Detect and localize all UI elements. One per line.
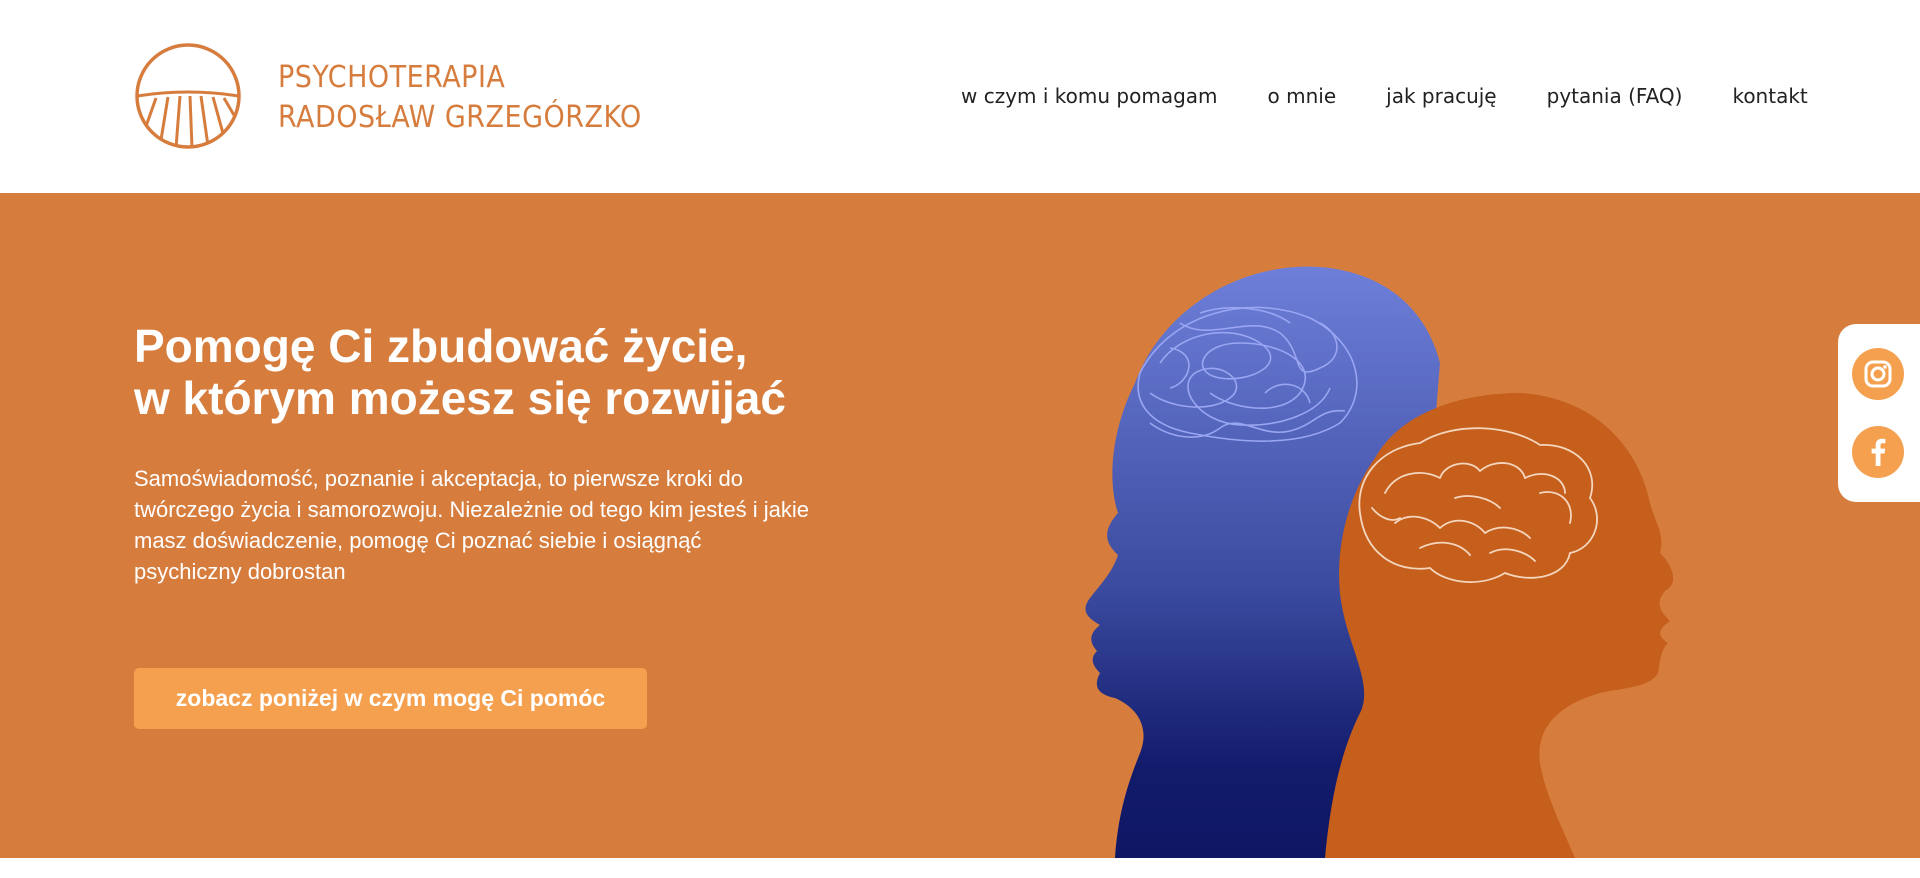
bottom-strip	[0, 858, 1920, 878]
main-nav: w czym i komu pomagam o mnie jak pracuję…	[961, 83, 1808, 109]
facebook-button[interactable]	[1852, 426, 1904, 478]
instagram-icon	[1864, 360, 1892, 388]
instagram-button[interactable]	[1852, 348, 1904, 400]
nav-item-o-mnie[interactable]: o mnie	[1268, 83, 1337, 109]
brand-line-1: PSYCHOTERAPIA	[278, 60, 506, 95]
hero-description: Samoświadomość, poznanie i akceptacja, t…	[134, 466, 809, 584]
hero-title-line-1: Pomogę Ci zbudować życie,	[134, 320, 748, 372]
site-header: PSYCHOTERAPIA RADOSŁAW GRZEGÓRZKO w czym…	[0, 0, 1920, 193]
nav-item-faq[interactable]: pytania (FAQ)	[1547, 83, 1683, 109]
hero-title: Pomogę Ci zbudować życie, w którym możes…	[134, 320, 786, 424]
cta-button[interactable]: zobacz poniżej w czym mogę Ci pomóc	[134, 668, 647, 729]
facebook-icon	[1871, 438, 1886, 466]
nav-item-pomagam[interactable]: w czym i komu pomagam	[961, 83, 1218, 109]
social-tab	[1838, 324, 1920, 502]
nav-item-kontakt[interactable]: kontakt	[1732, 83, 1807, 109]
nav-item-jak-pracuje[interactable]: jak pracuję	[1386, 83, 1496, 109]
brand-name[interactable]: PSYCHOTERAPIA RADOSŁAW GRZEGÓRZKO	[278, 58, 642, 138]
hero-section: Pomogę Ci zbudować życie, w którym możes…	[0, 193, 1920, 858]
hero-title-line-2: w którym możesz się rozwijać	[134, 372, 786, 424]
sun-horizon-logo-icon[interactable]	[134, 42, 242, 150]
two-heads-brain-illustration	[1085, 266, 1674, 858]
brand-line-2: RADOSŁAW GRZEGÓRZKO	[278, 100, 642, 135]
